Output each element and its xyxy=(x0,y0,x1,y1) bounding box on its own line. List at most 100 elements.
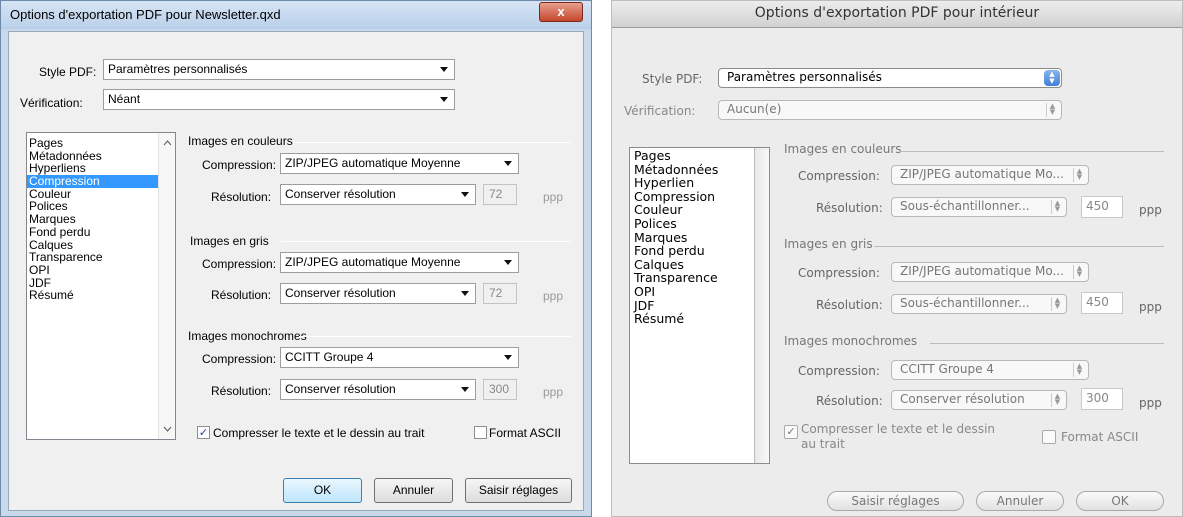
mac-color-resolution-select[interactable]: Sous-échantillonner... ▲ ▼ xyxy=(891,197,1067,217)
win-nav-item-pages[interactable]: Pages xyxy=(27,137,175,150)
mac-popup-arrows-icon: ▲ ▼ xyxy=(1051,200,1063,214)
mac-mono-resolution-input[interactable]: 300 xyxy=(1081,388,1123,410)
win-color-compression-select[interactable]: ZIP/JPEG automatique Moyenne xyxy=(280,153,519,174)
mac-group-divider xyxy=(930,343,1164,344)
mac-compress-text-label-line2: au trait xyxy=(801,437,845,451)
mac-ascii-label: Format ASCII xyxy=(1061,430,1139,444)
mac-nav-item-color[interactable]: Couleur xyxy=(630,203,769,217)
mac-gray-resolution-input[interactable]: 450 xyxy=(1081,292,1123,314)
mac-gray-resolution-select[interactable]: Sous-échantillonner... ▲ ▼ xyxy=(891,294,1067,314)
win-mono-resolution-input[interactable]: 300 xyxy=(483,379,517,400)
win-style-label: Style PDF: xyxy=(39,65,97,79)
chevron-down-icon xyxy=(461,387,469,392)
mac-nav-item-summary[interactable]: Résumé xyxy=(630,312,769,326)
chevron-down-icon xyxy=(461,291,469,296)
win-cancel-button[interactable]: Annuler xyxy=(374,478,453,503)
mac-style-select[interactable]: Paramètres personnalisés ▲ ▼ xyxy=(718,68,1062,88)
win-color-compression-value: ZIP/JPEG automatique Moyenne xyxy=(285,156,461,170)
mac-gray-unit: ppp xyxy=(1139,300,1162,314)
mac-dialog-title: Options d'exportation PDF pour intérieur xyxy=(754,5,1040,21)
mac-nav-item-transparency[interactable]: Transparence xyxy=(630,271,769,285)
win-nav-item-opi[interactable]: OPI xyxy=(27,264,175,277)
win-mono-images-title: Images monochromes xyxy=(188,329,307,343)
mac-color-compression-value: ZIP/JPEG automatique Mo... xyxy=(900,167,1064,181)
win-compress-text-label: Compresser le texte et le dessin au trai… xyxy=(213,426,425,440)
mac-titlebar[interactable]: Options d'exportation PDF pour intérieur xyxy=(612,1,1182,28)
mac-ok-button[interactable]: OK xyxy=(1076,491,1164,511)
scroll-arrows-icon xyxy=(163,140,172,432)
mac-color-resolution-label: Résolution: xyxy=(816,201,883,215)
win-color-resolution-value: Conserver résolution xyxy=(285,187,396,201)
mac-nav-item-marks[interactable]: Marques xyxy=(630,230,769,245)
mac-gray-images-title: Images en gris xyxy=(784,237,873,251)
win-nav-scrollbar[interactable] xyxy=(158,133,175,439)
mac-nav-list[interactable]: Pages Métadonnées Hyperlien Compression … xyxy=(629,147,770,464)
mac-style-label: Style PDF: xyxy=(642,72,703,86)
mac-nav-item-jdf[interactable]: JDF xyxy=(630,298,769,313)
mac-nav-item-pages[interactable]: Pages xyxy=(630,149,769,163)
win-gray-compression-select[interactable]: ZIP/JPEG automatique Moyenne xyxy=(280,252,519,273)
windows-titlebar[interactable]: Options d'exportation PDF pour Newslette… xyxy=(1,1,591,29)
mac-nav-item-bleed[interactable]: Fond perdu xyxy=(630,244,769,258)
mac-mono-resolution-label: Résolution: xyxy=(816,394,883,408)
win-ok-button[interactable]: OK xyxy=(283,478,362,503)
mac-capture-settings-button[interactable]: Saisir réglages xyxy=(827,491,964,511)
win-nav-item-bleed[interactable]: Fond perdu xyxy=(27,226,175,239)
win-gray-resolution-select[interactable]: Conserver résolution xyxy=(280,283,476,304)
win-nav-item-compression[interactable]: Compression xyxy=(27,175,175,188)
win-nav-item-summary[interactable]: Résumé xyxy=(27,289,175,302)
win-color-unit: ppp xyxy=(543,190,564,204)
win-color-resolution-input[interactable]: 72 xyxy=(483,184,517,205)
win-style-value: Paramètres personnalisés xyxy=(108,62,248,76)
mac-mono-compression-select[interactable]: CCITT Groupe 4 ▲ ▼ xyxy=(891,360,1089,380)
mac-nav-item-compression[interactable]: Compression xyxy=(630,190,769,204)
win-mono-resolution-value: Conserver résolution xyxy=(285,382,396,396)
mac-mono-resolution-select[interactable]: Conserver résolution ▲ ▼ xyxy=(891,390,1067,410)
mac-verification-label: Vérification: xyxy=(624,104,696,118)
mac-cancel-button[interactable]: Annuler xyxy=(976,491,1064,511)
mac-gray-compression-value: ZIP/JPEG automatique Mo... xyxy=(900,264,1064,278)
mac-mono-unit: ppp xyxy=(1139,396,1162,410)
win-group-divider xyxy=(295,142,571,143)
windows-close-button[interactable]: x xyxy=(539,2,583,22)
chevron-down-icon xyxy=(461,192,469,197)
win-ascii-checkbox[interactable] xyxy=(474,426,487,439)
mac-nav-item-hyperlink[interactable]: Hyperlien xyxy=(630,176,769,190)
mac-nav-item-metadata[interactable]: Métadonnées xyxy=(630,162,769,177)
mac-verification-value: Aucun(e) xyxy=(727,102,782,116)
mac-nav-scrollbar[interactable] xyxy=(754,148,769,463)
checkmark-icon: ✓ xyxy=(786,425,796,438)
mac-gray-compression-select[interactable]: ZIP/JPEG automatique Mo... ▲ ▼ xyxy=(891,262,1089,282)
mac-gray-resolution-value: Sous-échantillonner... xyxy=(900,296,1030,310)
win-mono-compression-select[interactable]: CCITT Groupe 4 xyxy=(280,347,519,368)
mac-nav-item-opi[interactable]: OPI xyxy=(630,285,769,299)
win-gray-resolution-input[interactable]: 72 xyxy=(483,283,517,304)
mac-verification-select[interactable]: Aucun(e) ▲ ▼ xyxy=(718,100,1062,120)
mac-popup-arrows-icon: ▲ ▼ xyxy=(1073,265,1085,279)
win-capture-settings-button[interactable]: Saisir réglages xyxy=(465,478,572,503)
win-color-resolution-select[interactable]: Conserver résolution xyxy=(280,184,476,205)
chevron-down-icon xyxy=(440,67,448,72)
mac-color-compression-select[interactable]: ZIP/JPEG automatique Mo... ▲ ▼ xyxy=(891,165,1089,185)
mac-nav-item-layers[interactable]: Calques xyxy=(630,258,769,272)
win-mono-compression-label: Compression: xyxy=(202,352,277,366)
mac-mono-images-title: Images monochromes xyxy=(784,334,918,348)
win-mono-resolution-select[interactable]: Conserver résolution xyxy=(280,379,476,400)
windows-export-dialog: Options d'exportation PDF pour Newslette… xyxy=(0,0,592,517)
mac-group-divider xyxy=(900,151,1164,152)
mac-style-value: Paramètres personnalisés xyxy=(727,70,882,84)
win-compress-text-checkbox[interactable]: ✓ xyxy=(197,426,210,439)
win-style-select[interactable]: Paramètres personnalisés xyxy=(103,59,455,80)
win-nav-list[interactable]: Pages Métadonnées Hyperliens Compression… xyxy=(26,132,176,440)
win-verification-select[interactable]: Néant xyxy=(103,89,455,110)
win-mono-resolution-label: Résolution: xyxy=(211,384,272,398)
win-nav-item-marks[interactable]: Marques xyxy=(27,213,175,226)
mac-compress-text-checkbox[interactable]: ✓ xyxy=(784,425,798,439)
mac-color-resolution-input[interactable]: 450 xyxy=(1081,196,1123,218)
mac-popup-arrows-icon: ▲ ▼ xyxy=(1051,393,1063,407)
mac-ascii-checkbox[interactable] xyxy=(1042,430,1056,444)
chevron-down-icon xyxy=(504,260,512,265)
win-gray-unit: ppp xyxy=(543,289,564,303)
win-nav-item-transparency[interactable]: Transparence xyxy=(27,251,175,264)
mac-nav-item-fonts[interactable]: Polices xyxy=(630,217,769,231)
